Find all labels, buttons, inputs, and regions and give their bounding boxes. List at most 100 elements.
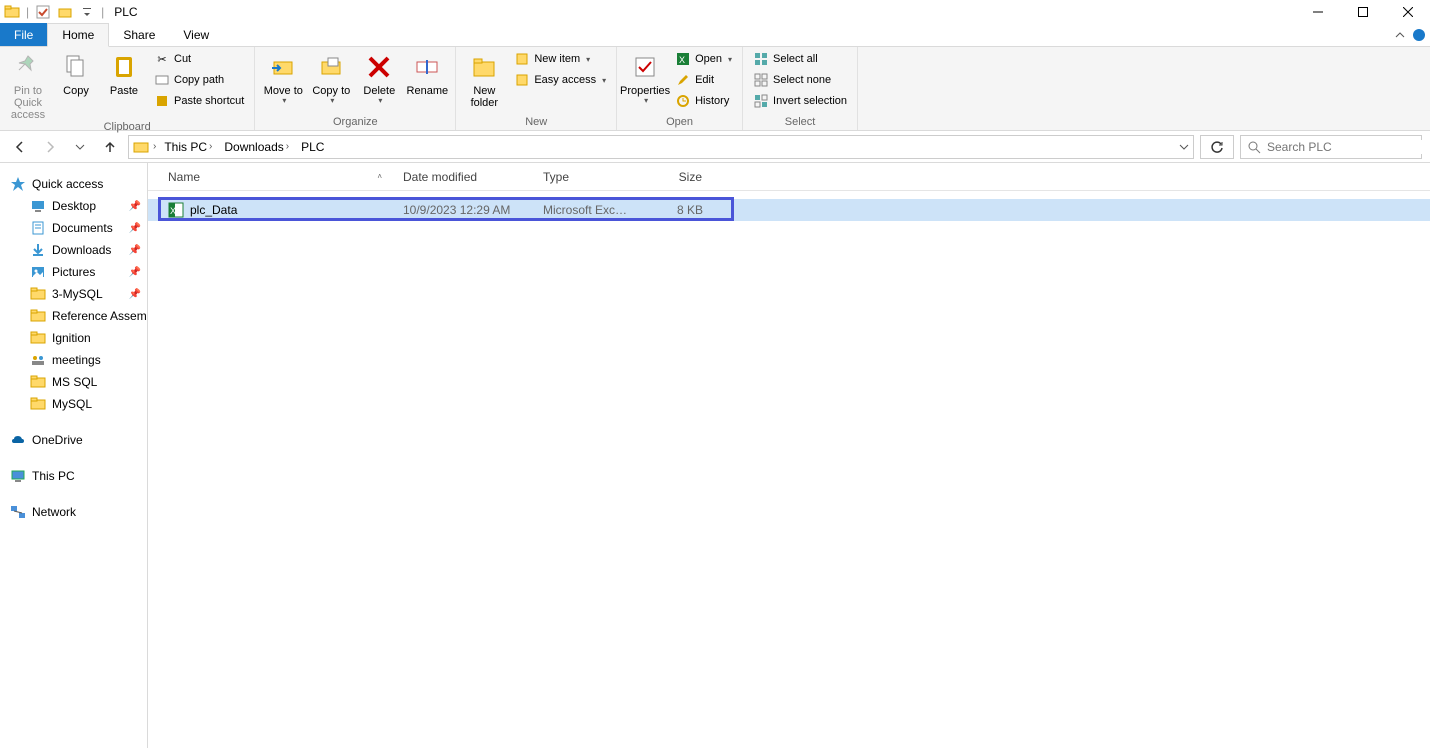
chevron-down-icon: ▾ [378,97,382,106]
minimize-button[interactable] [1295,0,1340,23]
select-all-icon [753,51,769,67]
column-type[interactable]: Type [533,163,643,190]
help-icon[interactable] [1412,28,1426,42]
pin-icon: 📌 [129,267,141,278]
easy-access-button[interactable]: Easy access▾ [510,70,610,90]
crumb-downloads[interactable]: Downloads› [220,140,293,154]
recent-locations-button[interactable] [68,135,92,159]
sidebar-item[interactable]: meetings [0,349,147,371]
sidebar-item[interactable]: Ignition [0,327,147,349]
sidebar-item[interactable]: MySQL [0,393,147,415]
close-button[interactable] [1385,0,1430,23]
open-icon: X [675,51,691,67]
this-pc-item[interactable]: This PC [0,465,147,487]
file-row[interactable]: X plc_Data 10/9/2023 12:29 AM Microsoft … [148,199,1430,221]
edit-icon [675,72,691,88]
sidebar-item[interactable]: Reference Assem📌 [0,305,147,327]
sidebar-item[interactable]: 3-MySQL📌 [0,283,147,305]
sidebar-item-label: MS SQL [52,375,97,389]
crumb-plc[interactable]: PLC [297,140,328,154]
sidebar-item-icon [30,308,46,324]
new-item-button[interactable]: New item▾ [510,49,610,69]
onedrive-item[interactable]: OneDrive [0,429,147,451]
group-title-select: Select [749,116,851,130]
sidebar-item[interactable]: Pictures📌 [0,261,147,283]
tab-file[interactable]: File [0,23,47,46]
tab-home[interactable]: Home [47,23,109,47]
file-size-cell: 8 KB [643,203,713,217]
maximize-button[interactable] [1340,0,1385,23]
copy-button[interactable]: Copy [54,49,98,97]
forward-button[interactable] [38,135,62,159]
copy-to-icon [315,51,347,83]
separator: | [26,5,29,19]
delete-button[interactable]: Delete▾ [357,49,401,106]
folder-icon [133,139,149,155]
paste-button[interactable]: Paste [102,49,146,97]
sidebar-item-icon [30,198,46,214]
chevron-right-icon[interactable]: › [153,141,156,152]
copy-to-button[interactable]: Copy to▾ [309,49,353,106]
new-folder-icon [468,51,500,83]
tab-view[interactable]: View [169,23,223,46]
cut-button[interactable]: ✂Cut [150,49,248,69]
edit-button[interactable]: Edit [671,70,736,90]
group-title-new: New [462,116,610,130]
folder-small-icon[interactable] [57,4,73,20]
refresh-button[interactable] [1200,135,1234,159]
sidebar-item-label: Documents [52,221,113,235]
quick-access-header[interactable]: Quick access [0,173,147,195]
tab-share[interactable]: Share [109,23,169,46]
history-button[interactable]: History [671,91,736,111]
group-title-open: Open [623,116,736,130]
crumb-this-pc[interactable]: This PC› [160,140,216,154]
ribbon-collapse-icon[interactable] [1394,29,1406,41]
network-item[interactable]: Network [0,501,147,523]
ribbon-group-open: Properties▾ XOpen▾ Edit History Open [617,47,743,130]
column-size[interactable]: Size [643,163,713,190]
folder-icon [4,4,20,20]
address-bar[interactable]: › This PC› Downloads› PLC [128,135,1194,159]
paste-shortcut-button[interactable]: Paste shortcut [150,91,248,111]
search-box[interactable] [1240,135,1422,159]
navigation-pane[interactable]: Quick access Desktop📌Documents📌Downloads… [0,163,148,748]
invert-selection-button[interactable]: Invert selection [749,91,851,111]
move-to-button[interactable]: Move to▾ [261,49,305,106]
rename-button[interactable]: Rename [405,49,449,97]
network-icon [10,504,26,520]
sidebar-item[interactable]: Documents📌 [0,217,147,239]
new-item-icon [514,51,530,67]
sidebar-item-label: MySQL [52,397,92,411]
new-folder-button[interactable]: New folder [462,49,506,109]
sidebar-item-label: Reference Assem [52,309,147,323]
cloud-icon [10,432,26,448]
up-button[interactable] [98,135,122,159]
column-date[interactable]: Date modified [393,163,533,190]
star-icon [10,176,26,192]
delete-icon [363,51,395,83]
select-none-button[interactable]: Select none [749,70,851,90]
address-dropdown-icon[interactable] [1179,142,1189,152]
qat-dropdown-icon[interactable] [79,4,95,20]
sidebar-item-icon [30,264,46,280]
pin-to-quick-access-button[interactable]: Pin to Quick access [6,49,50,121]
select-all-button[interactable]: Select all [749,49,851,69]
checkbox-icon[interactable] [35,4,51,20]
properties-button[interactable]: Properties▾ [623,49,667,106]
sidebar-item-label: Desktop [52,199,96,213]
excel-file-icon: X [168,202,184,218]
column-name[interactable]: Name˄ [148,163,393,190]
back-button[interactable] [8,135,32,159]
copy-path-button[interactable]: Copy path [150,70,248,90]
search-input[interactable] [1267,140,1422,154]
file-date-cell: 10/9/2023 12:29 AM [393,203,533,217]
chevron-right-icon: › [286,141,289,152]
sidebar-item[interactable]: Desktop📌 [0,195,147,217]
easy-access-icon [514,72,530,88]
open-button[interactable]: XOpen▾ [671,49,736,69]
sidebar-item[interactable]: MS SQL [0,371,147,393]
sidebar-item[interactable]: Downloads📌 [0,239,147,261]
column-headers: Name˄ Date modified Type Size [148,163,1430,191]
group-title-clipboard: Clipboard [6,121,248,135]
pin-icon: 📌 [129,289,141,300]
